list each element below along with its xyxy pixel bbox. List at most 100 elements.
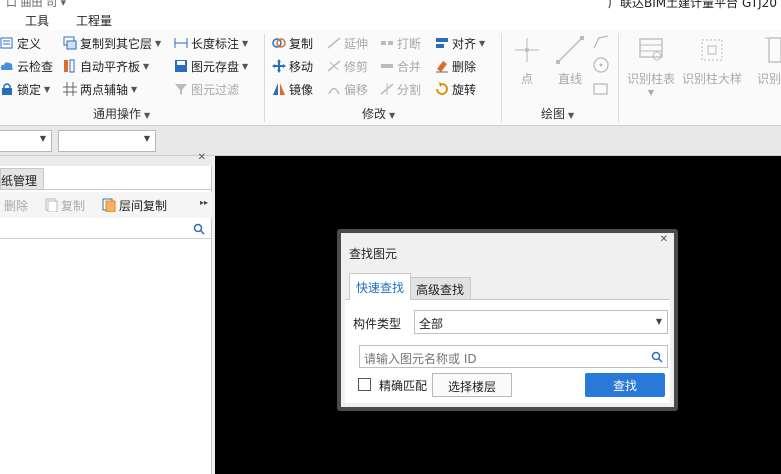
eraser-icon <box>436 61 448 73</box>
title-bar: 口 曲田 司 ▾ 广联达BIM土建计量平台 GTJ20 <box>0 0 781 10</box>
menu-quantities[interactable]: 工程量 <box>76 12 112 29</box>
menu-tools[interactable]: 工具 <box>25 12 49 29</box>
floor-selector[interactable]: ▼ <box>0 130 52 152</box>
auto-align-slab-button[interactable]: 自动平齐板 ▼ <box>63 57 149 75</box>
column-scan-icon <box>765 37 781 63</box>
chevron-down-icon[interactable]: ▼ <box>626 88 676 97</box>
rotate-label: 旋转 <box>452 82 477 97</box>
select-floor-button[interactable]: 选择楼层 <box>432 373 512 397</box>
detail-scan-icon <box>701 39 723 61</box>
tab-drawing-management[interactable]: 纸管理 <box>0 168 44 190</box>
close-icon[interactable]: ✕ <box>198 152 206 163</box>
lock-label: 锁定 <box>17 82 42 97</box>
trim-button[interactable]: 修剪 <box>327 57 368 75</box>
copy-floor-icon <box>63 36 77 50</box>
chevron-down-icon[interactable]: ▼ <box>479 39 485 48</box>
cloud-check-button[interactable]: 云检查 <box>0 57 53 75</box>
copy-to-other-floor-button[interactable]: 复制到其它层 ▼ <box>63 34 161 52</box>
split-button[interactable]: 分割 <box>380 80 421 98</box>
draw-group-label[interactable]: 绘图 ▼ <box>541 105 574 122</box>
find-button[interactable]: 查找 <box>585 373 665 397</box>
delete-drawing-button[interactable]: 删除 <box>4 196 28 214</box>
tab-advanced-find[interactable]: 高级查找 <box>409 277 472 299</box>
menu-bar: 工具 工程量 <box>0 10 781 30</box>
draw-line-button[interactable]: 直线 <box>552 36 588 87</box>
draw-shapes-icon[interactable] <box>592 34 610 96</box>
drawing-management-panel: ✕ 纸管理 删除 复制 层间复制 ▸▸ <box>0 152 212 474</box>
identify-column-button[interactable]: 识别柱 <box>750 36 781 87</box>
identify-column-table-button[interactable]: 识别柱表 ▼ <box>626 36 676 97</box>
ribbon-divider <box>501 34 502 122</box>
offset-button[interactable]: 偏移 <box>327 80 368 98</box>
more-icon[interactable]: ▸▸ <box>200 198 208 207</box>
draw-point-button[interactable]: 点 <box>510 36 544 87</box>
search-icon[interactable] <box>193 223 205 235</box>
copy-button[interactable]: 复制 <box>272 34 313 52</box>
chevron-down-icon: ▼ <box>144 111 151 120</box>
identify-column-detail-label: 识别柱大样 <box>682 72 743 86</box>
trim-label: 修剪 <box>344 59 369 74</box>
copy-to-other-floor-label: 复制到其它层 <box>80 36 153 51</box>
chevron-down-icon[interactable]: ▼ <box>44 85 50 94</box>
break-label: 打断 <box>397 36 422 51</box>
dialog-body: ✕ 查找图元 快速查找 高级查找 构件类型 全部 ▼ 精确匹配 选择楼层 查找 <box>341 233 674 407</box>
dimension-icon <box>174 38 188 48</box>
align-label: 对齐 <box>452 36 477 51</box>
selector-toolbar: ▼ ▼ <box>0 126 781 156</box>
element-save-label: 图元存盘 <box>191 59 240 74</box>
length-dimension-button[interactable]: 长度标注 ▼ <box>174 34 248 52</box>
element-filter-button[interactable]: 图元过滤 <box>174 80 239 98</box>
modify-group-label[interactable]: 修改 ▼ <box>362 105 395 122</box>
align-button[interactable]: 对齐 ▼ <box>435 34 485 52</box>
chevron-down-icon[interactable]: ▼ <box>242 39 248 48</box>
split-label: 分割 <box>397 82 422 97</box>
delete-label: 删除 <box>452 59 477 74</box>
chevron-down-icon: ▼ <box>389 111 396 120</box>
copy-between-floors-button[interactable]: 层间复制 <box>102 196 167 214</box>
merge-button[interactable]: 合并 <box>380 57 421 75</box>
delete-button[interactable]: 删除 <box>435 57 476 75</box>
split-icon <box>380 83 394 95</box>
lock-button[interactable]: 锁定 ▼ <box>0 80 50 98</box>
panel-search-input[interactable] <box>0 219 211 239</box>
break-button[interactable]: 打断 <box>380 34 421 52</box>
component-selector[interactable]: ▼ <box>58 130 156 152</box>
merge-label: 合并 <box>397 59 422 74</box>
search-icon[interactable] <box>651 351 663 363</box>
define-button[interactable]: 定义 <box>0 34 41 52</box>
align-icon <box>436 38 448 48</box>
mirror-button[interactable]: 镜像 <box>272 80 313 98</box>
extend-button[interactable]: 延伸 <box>327 34 368 52</box>
copy-drawing-button[interactable]: 复制 <box>44 196 85 214</box>
close-icon[interactable]: ✕ <box>660 234 668 245</box>
chevron-down-icon[interactable]: ▼ <box>131 85 137 94</box>
chevron-down-icon[interactable]: ▼ <box>242 62 248 71</box>
divider <box>0 189 212 190</box>
tab-quick-find[interactable]: 快速查找 <box>349 273 412 300</box>
element-search-input[interactable] <box>359 345 668 368</box>
axis-icon <box>63 82 77 96</box>
move-button[interactable]: 移动 <box>272 57 313 75</box>
exact-match-checkbox[interactable] <box>358 378 371 391</box>
move-label: 移动 <box>289 59 314 74</box>
two-point-axis-button[interactable]: 两点辅轴 ▼ <box>63 80 137 98</box>
save-icon <box>175 60 187 72</box>
element-save-button[interactable]: 图元存盘 ▼ <box>174 57 248 75</box>
quick-access-toolbar[interactable]: 口 曲田 司 ▾ <box>6 0 66 10</box>
cloud-icon <box>0 62 13 70</box>
move-icon <box>272 59 286 73</box>
auto-align-slab-label: 自动平齐板 <box>80 59 141 74</box>
general-ops-group-label[interactable]: 通用操作 ▼ <box>93 105 150 122</box>
chevron-down-icon: ▼ <box>568 111 575 120</box>
chevron-down-icon[interactable]: ▼ <box>143 62 149 71</box>
draw-point-label: 点 <box>520 72 533 86</box>
component-type-value: 全部 <box>419 317 444 331</box>
chevron-down-icon[interactable]: ▼ <box>155 39 161 48</box>
component-type-select[interactable]: 全部 ▼ <box>414 310 668 334</box>
rotate-button[interactable]: 旋转 <box>435 80 476 98</box>
identify-column-detail-button[interactable]: 识别柱大样 <box>682 36 742 87</box>
copy-label: 复制 <box>289 36 314 51</box>
line-icon <box>556 36 584 64</box>
filter-icon <box>175 84 187 95</box>
offset-icon <box>328 87 340 95</box>
